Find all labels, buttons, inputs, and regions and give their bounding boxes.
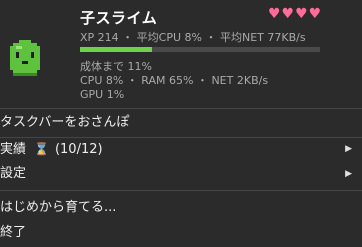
menu-item-walk-taskbar[interactable]: タスクバーをおさんぽ: [0, 111, 362, 135]
separator: [0, 190, 362, 191]
slime-icon: [10, 40, 40, 76]
gpu-text: GPU 1%: [80, 88, 125, 101]
hourglass-icon: ⌛: [34, 142, 49, 156]
achievements-count: (10/12): [54, 142, 103, 157]
menu-item-label: タスクバーをおさんぽ: [0, 115, 130, 130]
menu-item-settings[interactable]: 設定 ▶: [0, 162, 362, 186]
pet-name: 子スライム: [80, 9, 158, 27]
growth-text: 成体まで 11%: [80, 60, 152, 73]
menu-item-label: 実績: [0, 142, 27, 157]
menu-item-quit[interactable]: 終了: [0, 221, 362, 245]
chevron-right-icon: ▶: [345, 144, 352, 154]
menu-item-label: 終了: [0, 225, 27, 240]
xp-progress-bar: [80, 47, 320, 52]
pet-status-card: 子スライム ♥♥♥♥ XP 214 ・ 平均CPU 8% ・ 平均NET 77K…: [0, 0, 362, 108]
context-menu: 子スライム ♥♥♥♥ XP 214 ・ 平均CPU 8% ・ 平均NET 77K…: [0, 0, 362, 247]
menu-item-label: はじめから育てる...: [0, 200, 117, 215]
xp-progress-fill: [80, 47, 152, 52]
chevron-right-icon: ▶: [345, 169, 352, 179]
separator: [0, 108, 362, 109]
stats-summary: XP 214 ・ 平均CPU 8% ・ 平均NET 77KB/s: [80, 31, 306, 44]
menu-item-label: 設定: [0, 166, 27, 181]
menu-item-restart[interactable]: はじめから育てる...: [0, 196, 362, 220]
menu-item-achievements[interactable]: 実績 ⌛ (10/12) ▶: [0, 137, 362, 161]
usage-text: CPU 8% ・ RAM 65% ・ NET 2KB/s: [80, 74, 269, 87]
hearts-icon: ♥♥♥♥: [268, 6, 323, 22]
